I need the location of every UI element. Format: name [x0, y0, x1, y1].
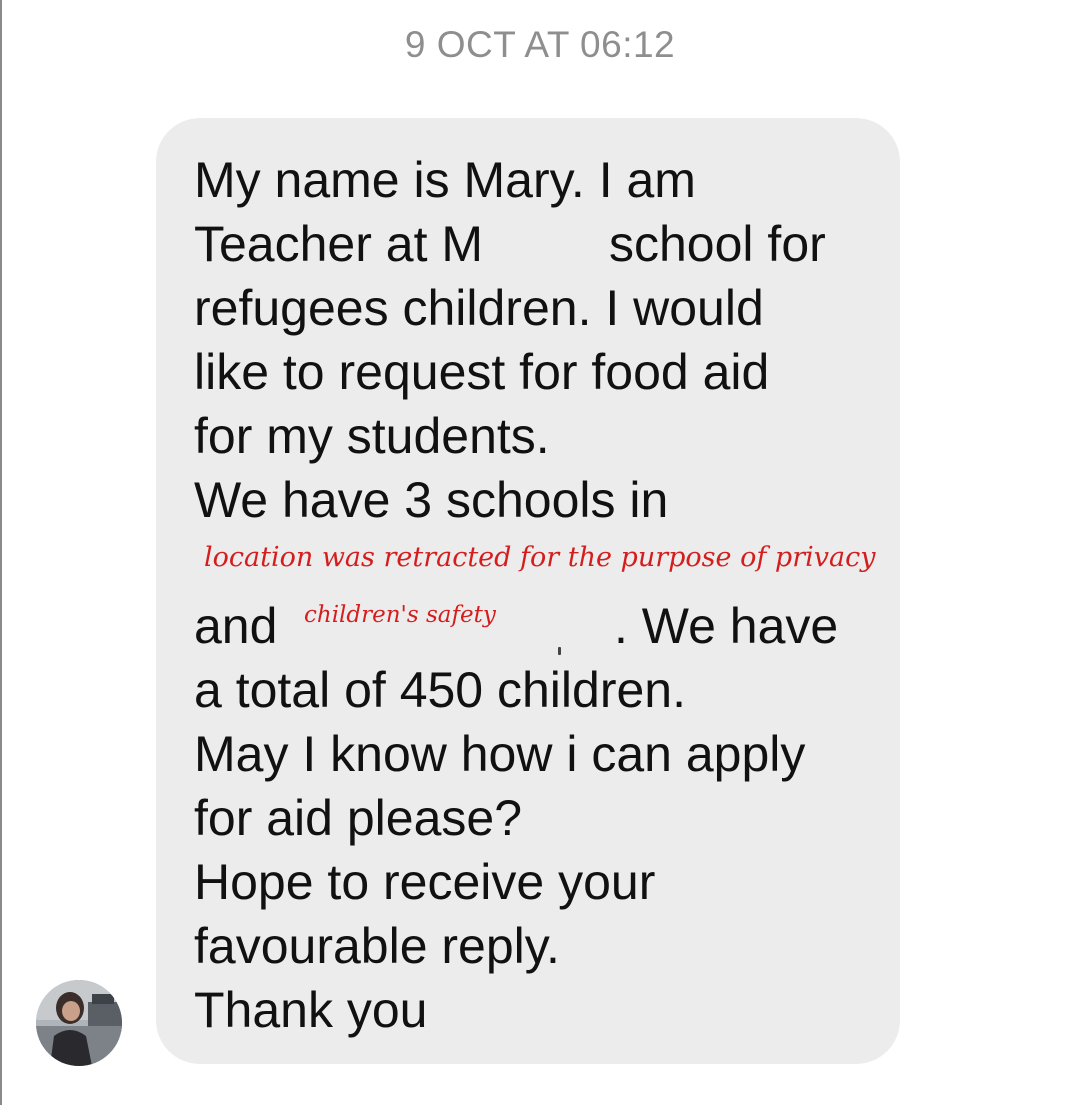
message-line: May I know how i can apply [194, 726, 806, 782]
message-line: . We have [614, 598, 839, 654]
message-line: favourable reply. [194, 918, 560, 974]
message-line: for aid please? [194, 790, 523, 846]
message-line: refugees children. I would [194, 280, 764, 336]
safety-redaction-note: children's safety [304, 602, 496, 628]
message-line: My name is Mary. I am [194, 152, 696, 208]
redaction-residue-mark [558, 647, 561, 655]
message-line: Teacher at M [194, 216, 484, 272]
message-line: We have 3 schools in [194, 472, 669, 528]
screen-edge-divider [0, 0, 2, 1105]
message-line: Thank you [194, 982, 428, 1038]
message-line: a total of 450 children. [194, 662, 686, 718]
message-line: school for [609, 216, 826, 272]
avatar-photo-icon [36, 980, 122, 1066]
message-line: Hope to receive your [194, 854, 656, 910]
sender-avatar[interactable] [36, 980, 122, 1066]
message-line: like to request for food aid [194, 344, 770, 400]
location-redaction-note: location was retracted for the purpose o… [204, 542, 876, 573]
message-bubble[interactable]: My name is Mary. I am Teacher at M schoo… [156, 118, 900, 1064]
message-timestamp: 9 OCT AT 06:12 [404, 24, 676, 65]
message-line: and [194, 598, 278, 654]
message-line: for my students. [194, 408, 550, 464]
